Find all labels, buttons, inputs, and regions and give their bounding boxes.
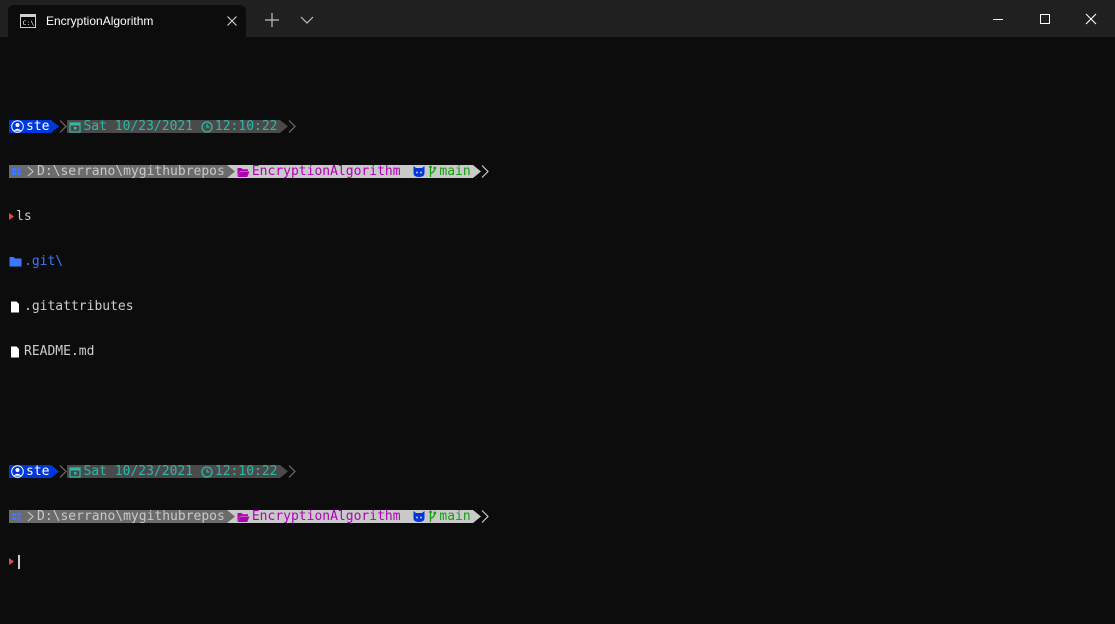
chevron-right-icon	[27, 166, 34, 177]
prompt-status-line: ste Sat 10/23/2021 12:10:22	[9, 119, 489, 134]
folder-icon	[9, 257, 22, 267]
title-bar: C:\ EncryptionAlgorithm	[0, 0, 1115, 37]
file-icon	[11, 301, 19, 312]
powerline-chevron-icon	[60, 120, 68, 133]
input-line[interactable]	[9, 554, 489, 569]
svg-text:C:\: C:\	[23, 19, 35, 27]
close-window-icon[interactable]	[1081, 9, 1101, 29]
date-segment: Sat 10/23/2021 12:10:22	[67, 464, 280, 479]
powerline-arrow-icon	[472, 165, 481, 178]
time-text: 12:10:22	[214, 464, 278, 479]
command-line: ls	[9, 209, 489, 224]
list-item: .gitattributes	[9, 299, 489, 314]
list-item-name: README.md	[24, 344, 95, 359]
user-name: ste	[26, 464, 50, 479]
list-item-name: .git\	[24, 254, 64, 269]
folder-text: EncryptionAlgorithm	[251, 509, 401, 524]
powerline-chevron-icon	[288, 120, 296, 133]
maximize-icon[interactable]	[1035, 10, 1055, 28]
powerline-arrow-icon	[51, 465, 60, 478]
chevron-down-icon[interactable]	[297, 10, 317, 30]
tab-encryption-algorithm[interactable]: C:\ EncryptionAlgorithm	[8, 5, 246, 37]
powerline-arrow-icon	[279, 465, 288, 478]
prompt-arrow-icon	[9, 558, 14, 565]
git-branch-icon	[429, 165, 437, 177]
date-segment: Sat 10/23/2021 12:10:22	[67, 119, 280, 134]
folder-open-icon	[237, 512, 250, 522]
powerline-arrow-icon	[51, 120, 60, 133]
folder-segment: EncryptionAlgorithm	[234, 509, 411, 524]
windows-logo-icon	[9, 510, 23, 523]
user-icon	[11, 465, 24, 478]
github-octocat-icon	[413, 511, 425, 522]
clock-icon	[201, 120, 213, 133]
folder-open-icon	[237, 167, 250, 177]
prompt-status-line: ste Sat 10/23/2021 12:10:22	[9, 464, 489, 479]
powerline-arrow-icon	[226, 510, 235, 523]
calendar-icon	[69, 466, 82, 478]
git-branch-icon	[429, 510, 437, 522]
calendar-icon	[69, 121, 82, 133]
terminal-output[interactable]: ste Sat 10/23/2021 12:10:22 D:\serrano\m…	[9, 59, 489, 614]
user-icon	[11, 120, 24, 133]
git-segment: main	[410, 164, 473, 179]
path-segment: D:\serrano\mygithubrepos	[9, 164, 227, 179]
user-name: ste	[26, 119, 50, 134]
powerline-chevron-icon	[288, 465, 296, 478]
path-text: D:\serrano\mygithubrepos	[37, 164, 225, 179]
new-tab-plus-icon[interactable]	[262, 10, 282, 30]
date-text: Sat 10/23/2021	[83, 119, 194, 134]
folder-segment: EncryptionAlgorithm	[234, 164, 411, 179]
command-text: ls	[16, 209, 32, 224]
powerline-arrow-icon	[226, 165, 235, 178]
github-octocat-icon	[413, 166, 425, 177]
terminal-window: C:\ EncryptionAlgorithm ste Sat 10/23/20…	[0, 0, 1115, 624]
prompt-path-line: D:\serrano\mygithubrepos EncryptionAlgor…	[9, 164, 489, 179]
user-segment: ste	[9, 464, 52, 479]
minimize-icon[interactable]	[988, 10, 1008, 28]
powerline-chevron-icon	[481, 165, 489, 178]
powerline-chevron-icon	[481, 510, 489, 523]
windows-logo-icon	[9, 165, 23, 178]
branch-text: main	[439, 164, 471, 179]
tab-title: EncryptionAlgorithm	[46, 14, 154, 28]
list-item: .git\	[9, 254, 489, 269]
text-cursor	[18, 554, 20, 569]
powerline-arrow-icon	[279, 120, 288, 133]
path-segment: D:\serrano\mygithubrepos	[9, 509, 227, 524]
clock-icon	[201, 465, 213, 478]
date-text: Sat 10/23/2021	[83, 464, 194, 479]
folder-text: EncryptionAlgorithm	[251, 164, 401, 179]
prompt-arrow-icon	[9, 213, 14, 220]
chevron-right-icon	[27, 511, 34, 522]
file-icon	[11, 346, 19, 357]
list-item-name: .gitattributes	[24, 299, 134, 314]
git-segment: main	[410, 509, 473, 524]
path-text: D:\serrano\mygithubrepos	[37, 509, 225, 524]
terminal-icon: C:\	[20, 14, 36, 28]
close-tab-icon[interactable]	[224, 13, 240, 29]
powerline-chevron-icon	[60, 465, 68, 478]
branch-text: main	[439, 509, 471, 524]
time-text: 12:10:22	[214, 119, 278, 134]
list-item: README.md	[9, 344, 489, 359]
user-segment: ste	[9, 119, 52, 134]
powerline-arrow-icon	[472, 510, 481, 523]
prompt-path-line: D:\serrano\mygithubrepos EncryptionAlgor…	[9, 509, 489, 524]
